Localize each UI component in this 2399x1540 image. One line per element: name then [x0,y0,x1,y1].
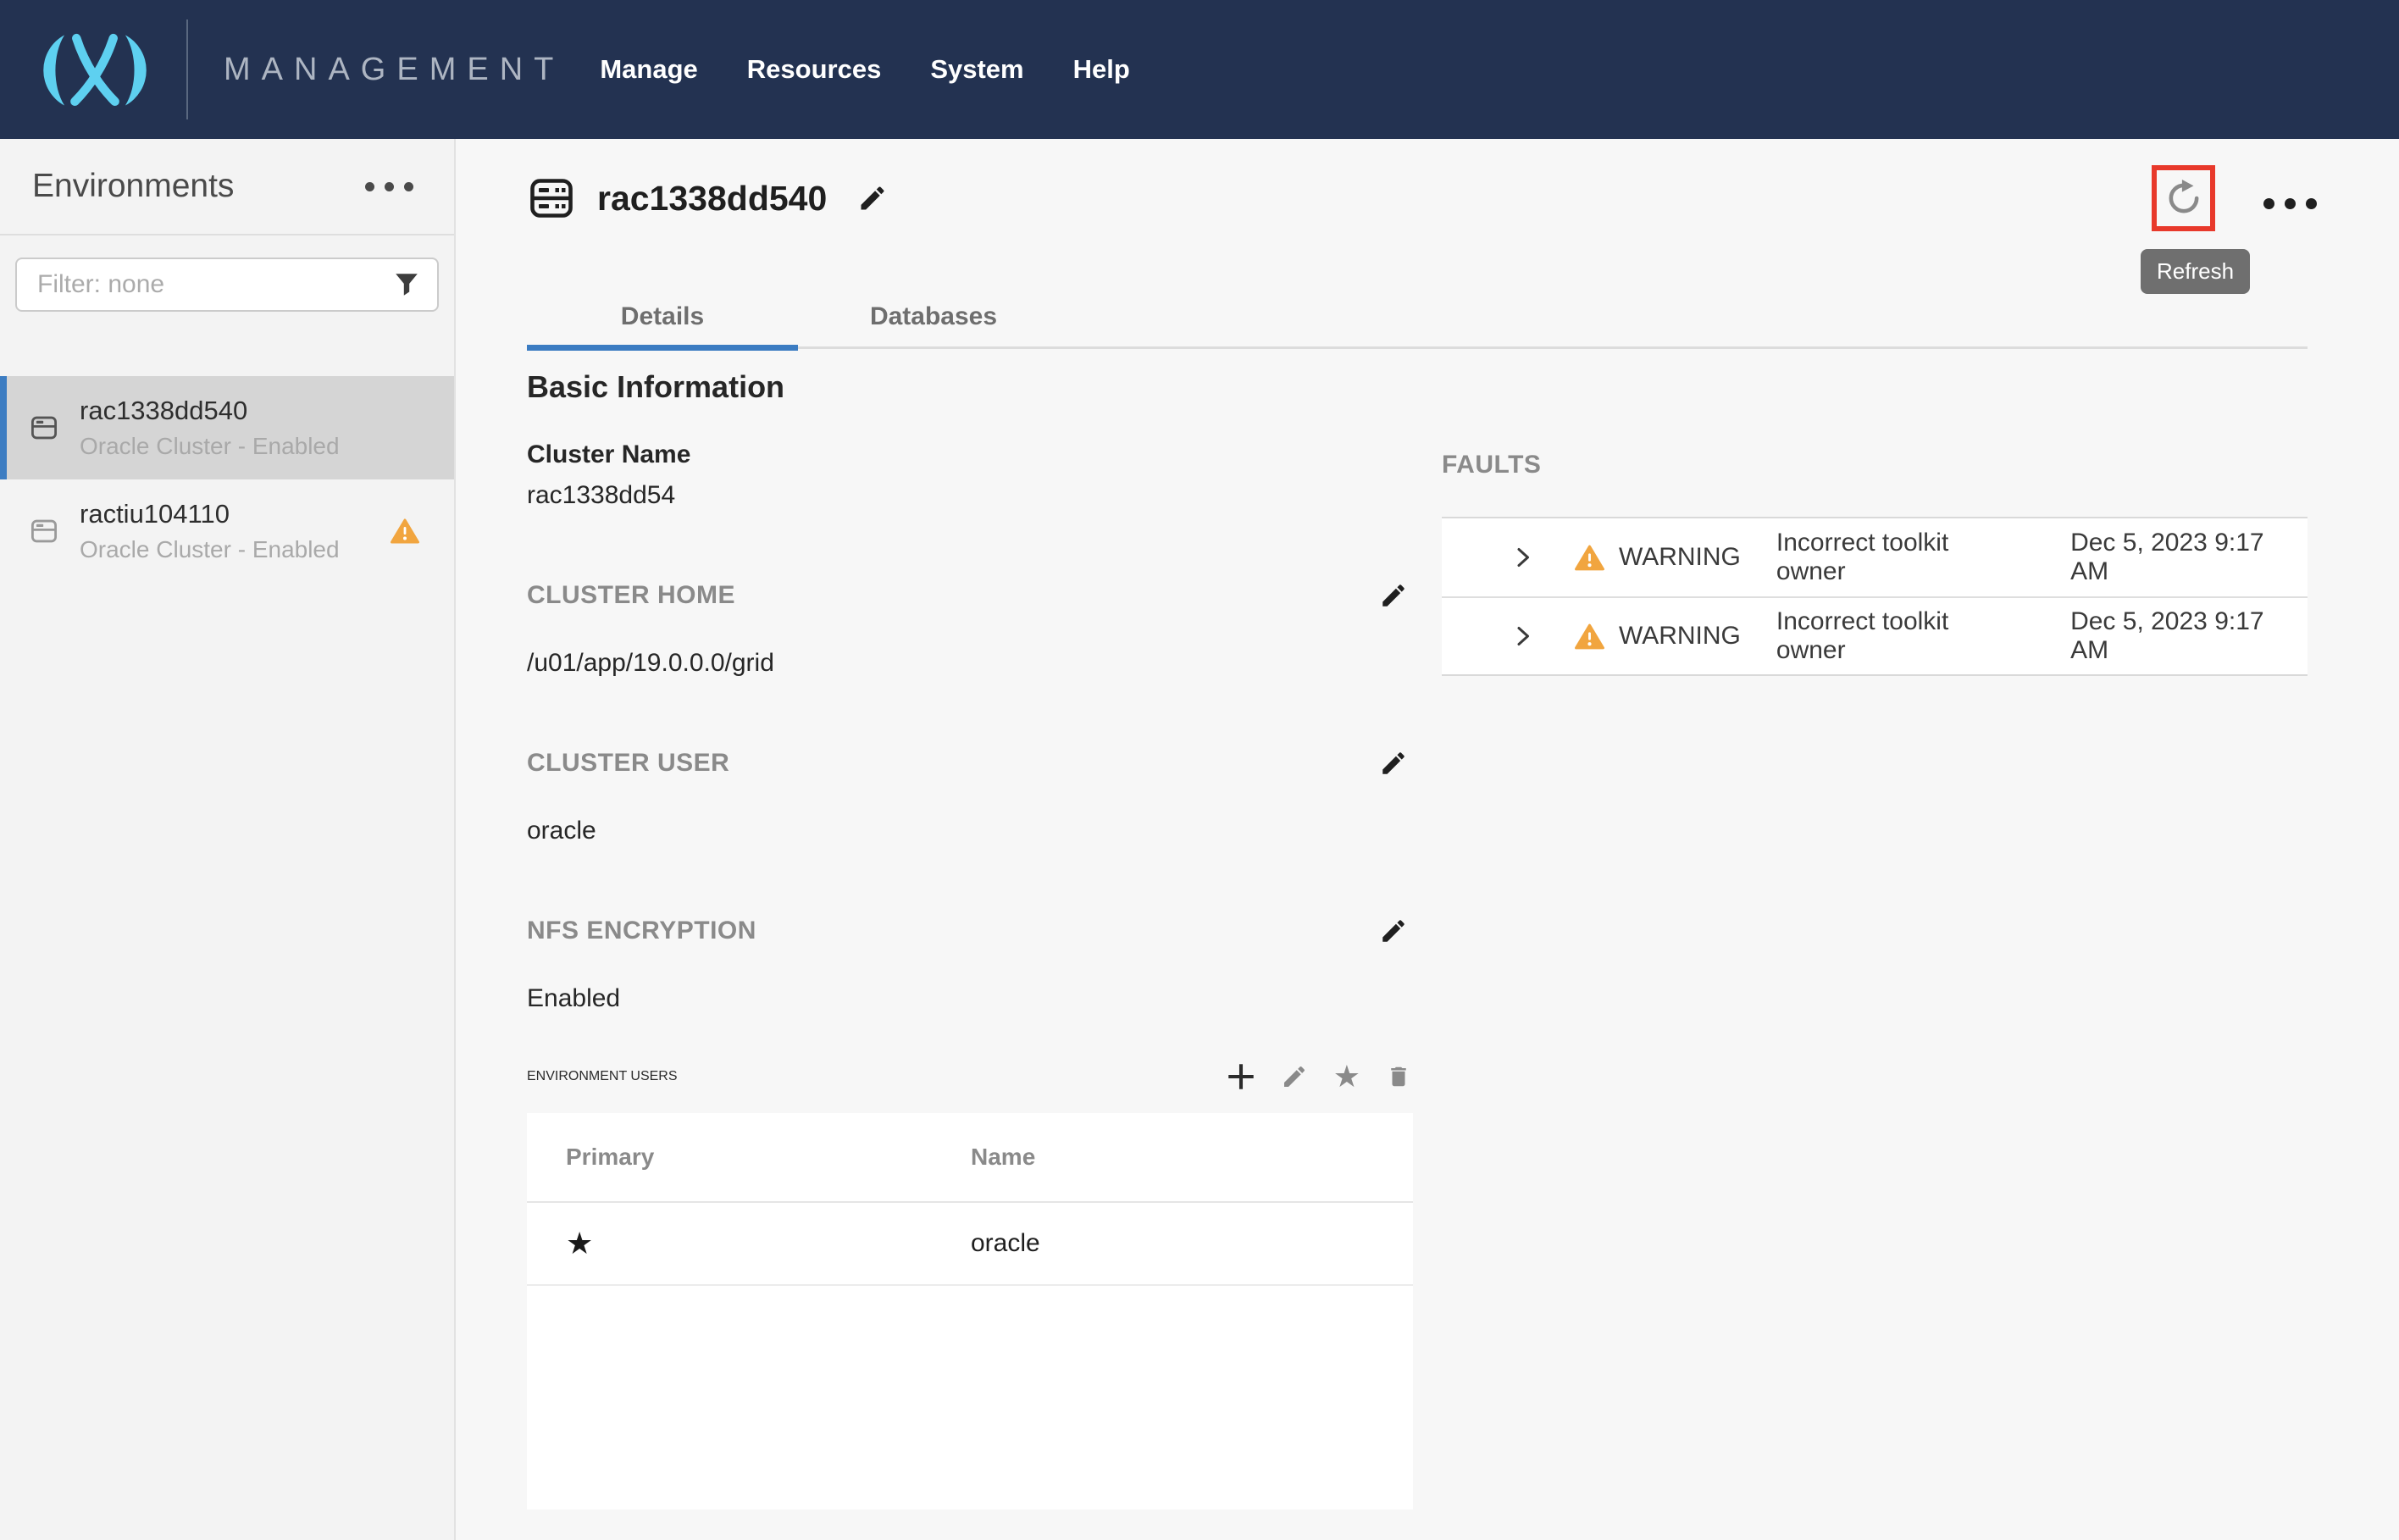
fault-date: Dec 5, 2023 9:17 AM [2070,607,2308,665]
environment-users-toolbar: ★ [1227,1062,1411,1091]
fault-title: Incorrect toolkit owner [1776,607,2025,665]
basic-information-heading: Basic Information [527,369,1413,405]
cluster-user-value: oracle [527,817,1413,845]
cluster-home-field: CLUSTER HOME /u01/app/19.0.0.0/grid [527,581,1413,678]
primary-star-icon: ★ [566,1226,593,1260]
cluster-home-value: /u01/app/19.0.0.0/grid [527,649,1413,678]
environment-users-header: ENVIRONMENT USERS ★ [527,1062,1413,1091]
filter-funnel-icon[interactable] [393,271,420,298]
dot-icon [2285,198,2296,209]
filter-input[interactable] [15,258,439,312]
detail-tabs: Details Databases [527,285,2308,349]
warning-triangle-icon [390,518,420,545]
fault-severity: WARNING [1619,622,1741,651]
tab-details-label: Details [621,302,704,330]
cluster-name-value: rac1338dd54 [527,481,1413,510]
refresh-icon[interactable] [2164,179,2203,218]
table-header-row: Primary Name [527,1113,1413,1203]
delphix-logo-icon [30,25,159,114]
sidebar-title: Environments [32,168,234,205]
dot-icon [2306,198,2317,209]
environment-subtitle: Oracle Cluster - Enabled [80,433,340,460]
nav-system[interactable]: System [930,54,1023,85]
edit-cluster-home-pencil-icon[interactable] [1379,581,1408,610]
cluster-home-label: CLUSTER HOME [527,581,735,610]
environment-item-texts: rac1338dd540 Oracle Cluster - Enabled [80,396,340,460]
faults-section: FAULTS WARNING Incorrect toolkit owner D… [1442,451,2308,676]
tab-databases[interactable]: Databases [798,285,1069,346]
top-navbar: MANAGEMENT Manage Resources System Help [0,0,2399,139]
nav-resources[interactable]: Resources [747,54,882,85]
brand-divider [186,19,188,119]
cluster-name-field: Cluster Name rac1338dd54 [527,440,1413,510]
environment-users-heading: ENVIRONMENT USERS [527,1069,678,1084]
tab-databases-label: Databases [870,302,997,330]
environment-name: ractiu104110 [80,499,340,529]
environments-sidebar: Environments rac1338dd540 Oracle Cluster… [0,139,456,1540]
environment-name: rac1338dd540 [80,396,340,426]
column-header-primary: Primary [527,1144,971,1171]
fault-row[interactable]: WARNING Incorrect toolkit owner Dec 5, 2… [1442,596,2308,674]
main-nav: Manage Resources System Help [600,54,1129,85]
environment-users-table: Primary Name ★ oracle [527,1113,1413,1510]
fault-title: Incorrect toolkit owner [1776,529,2025,586]
add-user-icon[interactable] [1227,1062,1255,1091]
chevron-right-icon[interactable] [1511,546,1535,569]
fault-severity: WARNING [1619,543,1741,572]
active-tab-indicator [527,345,798,351]
nfs-encryption-field: NFS ENCRYPTION Enabled [527,917,1413,1013]
edit-nfs-encryption-pencil-icon[interactable] [1379,917,1408,945]
fault-row[interactable]: WARNING Incorrect toolkit owner Dec 5, 2… [1442,518,2308,596]
environment-list: rac1338dd540 Oracle Cluster - Enabled ra… [0,376,454,583]
cluster-name-label: Cluster Name [527,440,1413,469]
nfs-encryption-value: Enabled [527,984,1413,1013]
refresh-annotation-box [2152,165,2215,231]
column-header-name: Name [971,1144,1035,1171]
cluster-user-field: CLUSTER USER oracle [527,749,1413,845]
environment-icon [30,519,58,543]
environments-menu-button[interactable] [365,182,413,191]
faults-list: WARNING Incorrect toolkit owner Dec 5, 2… [1442,517,2308,676]
edit-title-pencil-icon[interactable] [857,183,888,213]
dot-icon [365,182,374,191]
dot-icon [385,182,394,191]
page-title-row: rac1338dd540 [529,178,888,219]
environment-detail-panel: rac1338dd540 Refresh Details Databases B… [457,139,2399,1540]
environment-actions-menu-button[interactable] [2257,191,2324,216]
delete-user-trash-icon[interactable] [1386,1063,1411,1090]
environment-subtitle: Oracle Cluster - Enabled [80,536,340,563]
faults-heading: FAULTS [1442,451,2308,479]
fault-date: Dec 5, 2023 9:17 AM [2070,529,2308,586]
edit-cluster-user-pencil-icon[interactable] [1379,749,1408,778]
sidebar-header: Environments [0,139,454,235]
environment-list-item-rac1338dd540[interactable]: rac1338dd540 Oracle Cluster - Enabled [0,376,454,479]
dot-icon [2263,198,2274,209]
set-primary-star-icon[interactable]: ★ [1333,1064,1360,1089]
cluster-user-label: CLUSTER USER [527,749,729,778]
basic-information-section: Basic Information Cluster Name rac1338dd… [527,369,1413,1510]
environment-icon [529,178,573,219]
chevron-right-icon[interactable] [1511,624,1535,648]
nfs-encryption-label: NFS ENCRYPTION [527,917,756,945]
edit-user-pencil-icon[interactable] [1281,1063,1308,1090]
user-name-cell: oracle [971,1229,1040,1258]
environment-list-item-ractiu104110[interactable]: ractiu104110 Oracle Cluster - Enabled [0,479,454,583]
nav-help[interactable]: Help [1073,54,1130,85]
brand-title: MANAGEMENT [224,52,564,88]
table-row[interactable]: ★ oracle [527,1203,1413,1286]
tab-details[interactable]: Details [527,285,798,346]
environment-icon [30,416,58,440]
warning-triangle-icon [1574,623,1605,651]
dot-icon [404,182,413,191]
filter-container [15,258,439,312]
warning-triangle-icon [1574,544,1605,572]
nav-manage[interactable]: Manage [600,54,697,85]
page-title: rac1338dd540 [597,179,827,219]
environment-item-texts: ractiu104110 Oracle Cluster - Enabled [80,499,340,563]
